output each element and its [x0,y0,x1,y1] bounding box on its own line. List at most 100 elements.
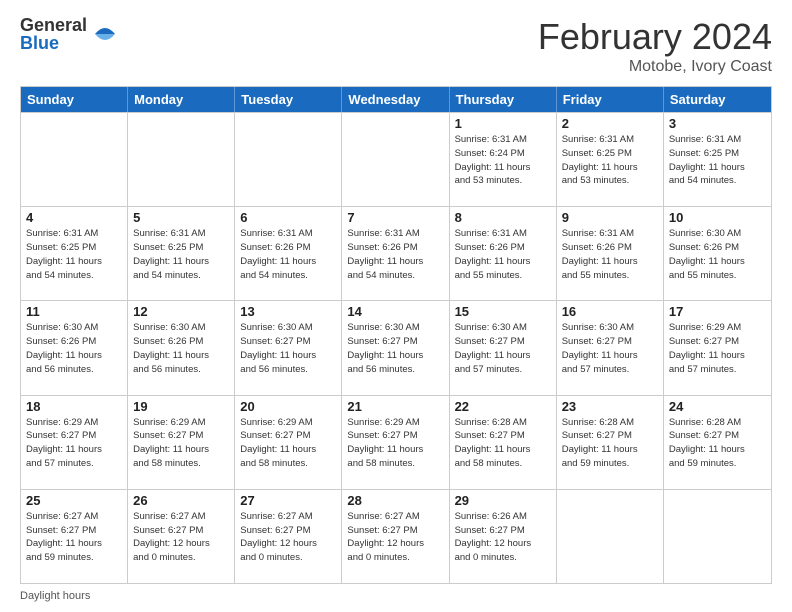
day-number: 20 [240,399,336,414]
day-number: 22 [455,399,551,414]
calendar-cell: 7 Sunrise: 6:31 AM Sunset: 6:26 PM Daylig… [342,207,449,300]
day-info: Sunrise: 6:29 AM Sunset: 6:27 PM Dayligh… [240,416,336,471]
day-info: Sunrise: 6:31 AM Sunset: 6:26 PM Dayligh… [347,227,443,282]
day-number: 7 [347,210,443,225]
calendar-cell: 19 Sunrise: 6:29 AM Sunset: 6:27 PM Dayli… [128,396,235,489]
day-number: 6 [240,210,336,225]
calendar-cell: 9 Sunrise: 6:31 AM Sunset: 6:26 PM Daylig… [557,207,664,300]
calendar-cell: 16 Sunrise: 6:30 AM Sunset: 6:27 PM Dayli… [557,301,664,394]
calendar-header-cell: Friday [557,87,664,112]
day-info: Sunrise: 6:28 AM Sunset: 6:27 PM Dayligh… [669,416,766,471]
calendar-cell [21,113,128,206]
day-number: 10 [669,210,766,225]
logo: General Blue [20,16,119,52]
calendar-cell: 14Sunrise: 6:30 AM Sunset: 6:27 PM Dayli… [342,301,449,394]
day-info: Sunrise: 6:28 AM Sunset: 6:27 PM Dayligh… [562,416,658,471]
day-info: Sunrise: 6:30 AM Sunset: 6:26 PM Dayligh… [133,321,229,376]
day-number: 12 [133,304,229,319]
day-number: 8 [455,210,551,225]
calendar: SundayMondayTuesdayWednesdayThursdayFrid… [20,86,772,584]
day-info: Sunrise: 6:30 AM Sunset: 6:27 PM Dayligh… [562,321,658,376]
calendar-cell: 24 Sunrise: 6:28 AM Sunset: 6:27 PM Dayli… [664,396,771,489]
day-info: Sunrise: 6:31 AM Sunset: 6:26 PM Dayligh… [455,227,551,282]
calendar-cell: 11 Sunrise: 6:30 AM Sunset: 6:26 PM Dayli… [21,301,128,394]
calendar-cell [342,113,449,206]
day-number: 5 [133,210,229,225]
calendar-cell: 3 Sunrise: 6:31 AM Sunset: 6:25 PM Daylig… [664,113,771,206]
day-number: 2 [562,116,658,131]
day-number: 28 [347,493,443,508]
day-number: 23 [562,399,658,414]
day-info: Sunrise: 6:30 AM Sunset: 6:26 PM Dayligh… [669,227,766,282]
day-number: 19 [133,399,229,414]
day-info: Sunrise: 6:29 AM Sunset: 6:27 PM Dayligh… [26,416,122,471]
logo-general: General [20,16,87,34]
calendar-cell: 10 Sunrise: 6:30 AM Sunset: 6:26 PM Dayli… [664,207,771,300]
calendar-cell: 8 Sunrise: 6:31 AM Sunset: 6:26 PM Daylig… [450,207,557,300]
calendar-cell: 28 Sunrise: 6:27 AM Sunset: 6:27 PM Dayli… [342,490,449,583]
day-info: Sunrise: 6:30 AM Sunset: 6:27 PM Dayligh… [455,321,551,376]
calendar-cell: 22 Sunrise: 6:28 AM Sunset: 6:27 PM Dayli… [450,396,557,489]
day-info: Sunrise: 6:31 AM Sunset: 6:25 PM Dayligh… [133,227,229,282]
calendar-cell: 18 Sunrise: 6:29 AM Sunset: 6:27 PM Dayli… [21,396,128,489]
calendar-cell: 29Sunrise: 6:26 AM Sunset: 6:27 PM Dayli… [450,490,557,583]
day-number: 11 [26,304,122,319]
calendar-row: 4Sunrise: 6:31 AM Sunset: 6:25 PM Daylig… [21,206,771,300]
day-number: 26 [133,493,229,508]
day-info: Sunrise: 6:27 AM Sunset: 6:27 PM Dayligh… [347,510,443,565]
day-info: Sunrise: 6:31 AM Sunset: 6:26 PM Dayligh… [562,227,658,282]
logo-blue: Blue [20,34,87,52]
day-number: 27 [240,493,336,508]
calendar-body: 1Sunrise: 6:31 AM Sunset: 6:24 PM Daylig… [21,112,771,583]
calendar-header-cell: Saturday [664,87,771,112]
day-number: 3 [669,116,766,131]
calendar-cell: 20 Sunrise: 6:29 AM Sunset: 6:27 PM Dayli… [235,396,342,489]
calendar-cell: 21Sunrise: 6:29 AM Sunset: 6:27 PM Dayli… [342,396,449,489]
calendar-cell: 25Sunrise: 6:27 AM Sunset: 6:27 PM Dayli… [21,490,128,583]
calendar-cell: 4Sunrise: 6:31 AM Sunset: 6:25 PM Daylig… [21,207,128,300]
day-info: Sunrise: 6:31 AM Sunset: 6:25 PM Dayligh… [669,133,766,188]
calendar-cell: 6Sunrise: 6:31 AM Sunset: 6:26 PM Daylig… [235,207,342,300]
header: General Blue February 2024 Motobe, Ivory… [20,16,772,76]
calendar-cell: 12 Sunrise: 6:30 AM Sunset: 6:26 PM Dayli… [128,301,235,394]
calendar-row: 18 Sunrise: 6:29 AM Sunset: 6:27 PM Dayli… [21,395,771,489]
calendar-header-cell: Tuesday [235,87,342,112]
calendar-row: 1Sunrise: 6:31 AM Sunset: 6:24 PM Daylig… [21,112,771,206]
footer: Daylight hours [20,590,772,602]
day-number: 25 [26,493,122,508]
calendar-cell: 13Sunrise: 6:30 AM Sunset: 6:27 PM Dayli… [235,301,342,394]
calendar-cell: 26 Sunrise: 6:27 AM Sunset: 6:27 PM Dayli… [128,490,235,583]
calendar-cell [235,113,342,206]
calendar-header: SundayMondayTuesdayWednesdayThursdayFrid… [21,87,771,112]
calendar-cell: 23 Sunrise: 6:28 AM Sunset: 6:27 PM Dayli… [557,396,664,489]
day-number: 24 [669,399,766,414]
calendar-row: 25 Sunrise: 6:27 AM Sunset: 6:27 PM Dayli… [21,489,771,583]
day-number: 13 [240,304,336,319]
day-info: Sunrise: 6:29 AM Sunset: 6:27 PM Dayligh… [133,416,229,471]
calendar-header-cell: Wednesday [342,87,449,112]
day-info: Sunrise: 6:28 AM Sunset: 6:27 PM Dayligh… [455,416,551,471]
day-number: 9 [562,210,658,225]
calendar-cell: 15 Sunrise: 6:30 AM Sunset: 6:27 PM Dayli… [450,301,557,394]
day-info: Sunrise: 6:31 AM Sunset: 6:25 PM Dayligh… [562,133,658,188]
calendar-cell: 5 Sunrise: 6:31 AM Sunset: 6:25 PM Daylig… [128,207,235,300]
day-info: Sunrise: 6:27 AM Sunset: 6:27 PM Dayligh… [240,510,336,565]
day-number: 17 [669,304,766,319]
calendar-cell: 27 Sunrise: 6:27 AM Sunset: 6:27 PM Dayli… [235,490,342,583]
footer-text: Daylight hours [20,590,90,602]
day-number: 15 [455,304,551,319]
day-number: 18 [26,399,122,414]
calendar-header-cell: Sunday [21,87,128,112]
calendar-cell [557,490,664,583]
day-number: 16 [562,304,658,319]
day-info: Sunrise: 6:27 AM Sunset: 6:27 PM Dayligh… [133,510,229,565]
day-info: Sunrise: 6:30 AM Sunset: 6:27 PM Dayligh… [347,321,443,376]
day-info: Sunrise: 6:29 AM Sunset: 6:27 PM Dayligh… [347,416,443,471]
calendar-header-cell: Thursday [450,87,557,112]
day-info: Sunrise: 6:26 AM Sunset: 6:27 PM Dayligh… [455,510,551,565]
day-info: Sunrise: 6:30 AM Sunset: 6:26 PM Dayligh… [26,321,122,376]
logo-icon [91,20,119,48]
page: General Blue February 2024 Motobe, Ivory… [0,0,792,612]
calendar-cell: 17Sunrise: 6:29 AM Sunset: 6:27 PM Dayli… [664,301,771,394]
location: Motobe, Ivory Coast [538,58,772,76]
